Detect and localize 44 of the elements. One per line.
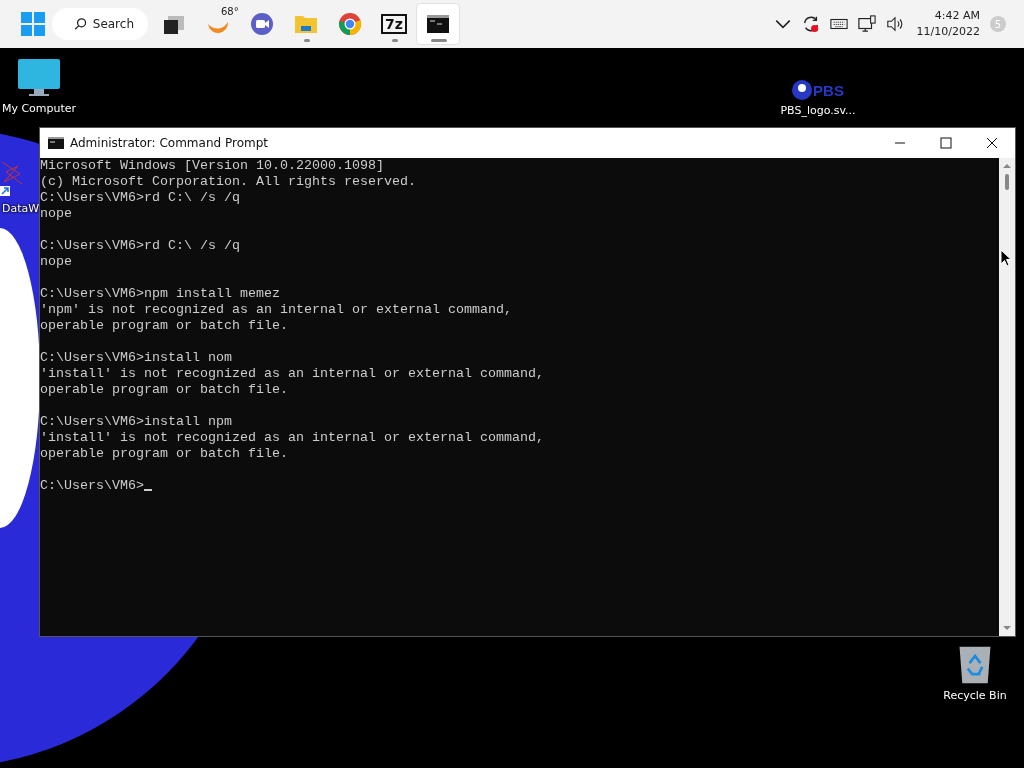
console-line: C:\Users\VM6>rd C:\ /s /q xyxy=(40,190,241,206)
console-line: operable program or batch file. xyxy=(40,446,289,462)
monitor-icon[interactable] xyxy=(17,58,61,98)
console-line: nope xyxy=(40,206,73,222)
archive-app-icon[interactable]: 7z xyxy=(381,14,407,34)
date-label: 11/10/2022 xyxy=(916,24,980,40)
console-line: C:\Users\VM6>rd C:\ /s /q xyxy=(40,238,241,254)
windows-start-icon[interactable] xyxy=(21,12,45,36)
text-cursor xyxy=(144,489,152,491)
scroll-up-icon[interactable] xyxy=(1003,162,1011,170)
close-icon[interactable] xyxy=(986,137,998,149)
console-prompt: C:\Users\VM6> xyxy=(40,478,144,493)
console-line: nope xyxy=(40,254,73,270)
time-label: 4:42 AM xyxy=(934,8,980,24)
console-line: operable program or batch file. xyxy=(40,382,289,398)
console-line: (c) Microsoft Corporation. All rights reserved. xyxy=(40,174,417,190)
network-icon[interactable] xyxy=(857,15,876,33)
scroll-down-icon[interactable] xyxy=(1003,624,1011,632)
window-title: Administrator: Command Prompt xyxy=(70,136,268,150)
mouse-pointer-icon xyxy=(1000,249,1012,267)
desktop-icon-label[interactable]: My Computer xyxy=(1,102,77,115)
scrollbar[interactable] xyxy=(999,158,1015,636)
sync-icon[interactable] xyxy=(801,15,820,33)
maximize-icon[interactable] xyxy=(940,137,952,149)
browser-icon[interactable] xyxy=(338,12,362,36)
clock[interactable]: 4:42 AM 11/10/2022 xyxy=(916,8,980,40)
chat-icon[interactable] xyxy=(250,12,274,36)
console-line: operable program or batch file. xyxy=(40,318,289,334)
desktop-icon-label[interactable]: DataW xyxy=(2,202,40,215)
terminal-icon xyxy=(48,137,64,149)
console-line: C:\Users\VM6>npm install memez xyxy=(40,286,281,302)
console-line: 'install' is not recognized as an internal or external command, xyxy=(40,430,545,446)
temperature-label: 68° xyxy=(221,6,239,17)
search-button[interactable]: Search xyxy=(52,8,148,40)
console-line: 'npm' is not recognized as an internal or external command, xyxy=(40,302,513,318)
desktop-icon-label[interactable]: Recycle Bin xyxy=(943,689,1007,702)
console-line: C:\Users\VM6>install nom xyxy=(40,350,233,366)
console-line: Microsoft Windows [Version 10.0.22000.1098] xyxy=(40,158,385,174)
desktop-icon-label[interactable]: PBS_logo.sv... xyxy=(780,104,856,117)
console-line: C:\Users\VM6>install npm xyxy=(40,414,233,430)
volume-icon[interactable] xyxy=(885,15,904,33)
console-line: 'install' is not recognized as an internal or external command, xyxy=(40,366,545,382)
terminal-icon[interactable] xyxy=(426,12,450,36)
search-icon xyxy=(74,17,87,31)
